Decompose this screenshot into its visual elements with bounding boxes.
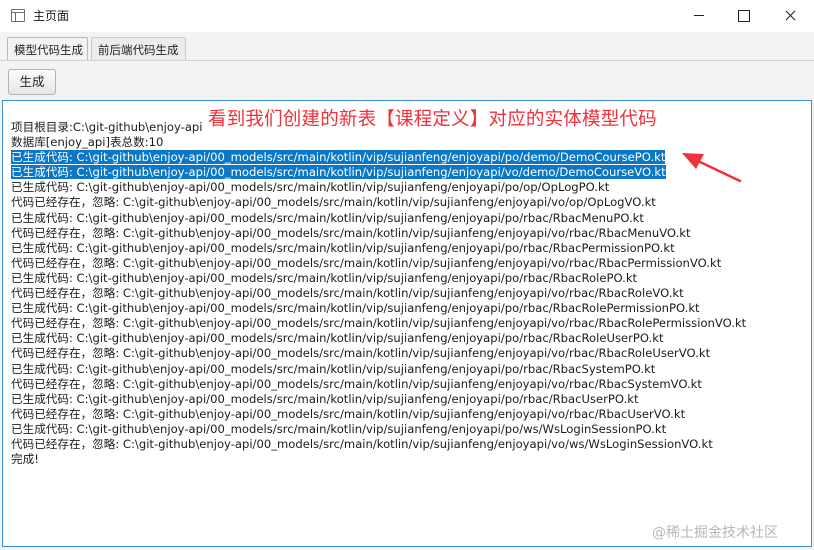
log-line: 已生成代码: C:\git-github\enjoy-api/00_models… — [11, 241, 807, 256]
log-line: 完成! — [11, 452, 807, 467]
log-line-text: 代码已经存在，忽略: C:\git-github\enjoy-api/00_mo… — [11, 195, 656, 210]
log-line-text: 代码已经存在，忽略: C:\git-github\enjoy-api/00_mo… — [11, 436, 713, 451]
annotation-text: 看到我们创建的新表【课程定义】对应的实体模型代码 — [208, 109, 657, 130]
log-line-text: 代码已经存在，忽略: C:\git-github\enjoy-api/00_mo… — [11, 406, 686, 421]
log-line-text: 代码已经存在，忽略: C:\git-github\enjoy-api/00_mo… — [11, 316, 747, 331]
title-bar[interactable]: 主页面 — [0, 0, 814, 32]
toolbar: 生成 — [0, 60, 814, 100]
red-arrow-icon — [682, 153, 742, 183]
log-line: 已生成代码: C:\git-github\enjoy-api/00_models… — [11, 362, 807, 377]
log-line-text: 已生成代码: C:\git-github\enjoy-api/00_models… — [11, 240, 675, 255]
log-line: 代码已经存在，忽略: C:\git-github\enjoy-api/00_mo… — [11, 346, 807, 361]
log-line: 代码已经存在，忽略: C:\git-github\enjoy-api/00_mo… — [11, 286, 807, 301]
log-line-text: 已生成代码: C:\git-github\enjoy-api/00_models… — [11, 301, 700, 316]
log-line: 已生成代码: C:\git-github\enjoy-api/00_models… — [11, 392, 807, 407]
log-line-text: 代码已经存在，忽略: C:\git-github\enjoy-api/00_mo… — [11, 376, 702, 391]
watermark: @稀土掘金技术社区 — [652, 525, 778, 541]
minimize-icon[interactable] — [676, 0, 722, 32]
log-line: 代码已经存在，忽略: C:\git-github\enjoy-api/00_mo… — [11, 437, 807, 452]
log-line-text: 已生成代码: C:\git-github\enjoy-api/00_models… — [11, 270, 638, 285]
log-line-text: 项目根目录:C:\git-github\enjoy-api — [11, 120, 203, 134]
log-line-text: 已生成代码: C:\git-github\enjoy-api/00_models… — [11, 180, 610, 195]
generate-button[interactable]: 生成 — [8, 69, 56, 95]
tab-frontend-backend-code-generation[interactable]: 前后端代码生成 — [91, 37, 186, 60]
log-line: 代码已经存在，忽略: C:\git-github\enjoy-api/00_mo… — [11, 256, 807, 271]
window-title: 主页面 — [33, 9, 70, 23]
log-line-text: 已生成代码: C:\git-github\enjoy-api/00_models… — [11, 210, 644, 225]
window-app-icon — [11, 9, 25, 22]
log-line-text: 已生成代码: C:\git-github\enjoy-api/00_models… — [11, 331, 664, 346]
log-line-text: 已生成代码: C:\git-github\enjoy-api/00_models… — [11, 421, 667, 436]
log-line: 已生成代码: C:\git-github\enjoy-api/00_models… — [11, 211, 807, 226]
log-line: 已生成代码: C:\git-github\enjoy-api/00_models… — [11, 301, 807, 316]
log-line: 代码已经存在，忽略: C:\git-github\enjoy-api/00_mo… — [11, 226, 807, 241]
log-line-text: 已生成代码: C:\git-github\enjoy-api/00_models… — [11, 361, 656, 376]
maximize-icon[interactable] — [721, 0, 767, 32]
log-line: 代码已经存在，忽略: C:\git-github\enjoy-api/00_mo… — [11, 407, 807, 422]
log-line-text: 代码已经存在，忽略: C:\git-github\enjoy-api/00_mo… — [11, 255, 722, 270]
log-line: 代码已经存在，忽略: C:\git-github\enjoy-api/00_mo… — [11, 377, 807, 392]
log-line-text: 已生成代码: C:\git-github\enjoy-api/00_models… — [11, 391, 639, 406]
log-line: 数据库[enjoy_api]表总数:10 — [11, 135, 807, 150]
log-line: 代码已经存在，忽略: C:\git-github\enjoy-api/00_mo… — [11, 316, 807, 331]
tab-bar: 模型代码生成 前后端代码生成 — [0, 32, 814, 60]
tab-model-code-generation[interactable]: 模型代码生成 — [7, 37, 88, 60]
log-line-text: 代码已经存在，忽略: C:\git-github\enjoy-api/00_mo… — [11, 225, 691, 240]
log-line-text: 代码已经存在，忽略: C:\git-github\enjoy-api/00_mo… — [11, 346, 711, 361]
log-line: 代码已经存在，忽略: C:\git-github\enjoy-api/00_mo… — [11, 195, 807, 210]
close-icon[interactable] — [767, 0, 813, 32]
log-line-text: 已生成代码: C:\git-github\enjoy-api/00_models… — [11, 150, 666, 165]
log-line-text: 数据库[enjoy_api]表总数:10 — [11, 135, 164, 150]
log-line-text: 代码已经存在，忽略: C:\git-github\enjoy-api/00_mo… — [11, 286, 684, 301]
app-window: 主页面 模型代码生成 前后端代码生成 生成 项目根目录:C:\git-githu… — [0, 0, 814, 550]
log-line: 已生成代码: C:\git-github\enjoy-api/00_models… — [11, 271, 807, 286]
log-line-text: 已生成代码: C:\git-github\enjoy-api/00_models… — [11, 165, 666, 180]
log-line-text: 完成! — [11, 452, 39, 467]
log-line: 已生成代码: C:\git-github\enjoy-api/00_models… — [11, 331, 807, 346]
log-line: 已生成代码: C:\git-github\enjoy-api/00_models… — [11, 422, 807, 437]
